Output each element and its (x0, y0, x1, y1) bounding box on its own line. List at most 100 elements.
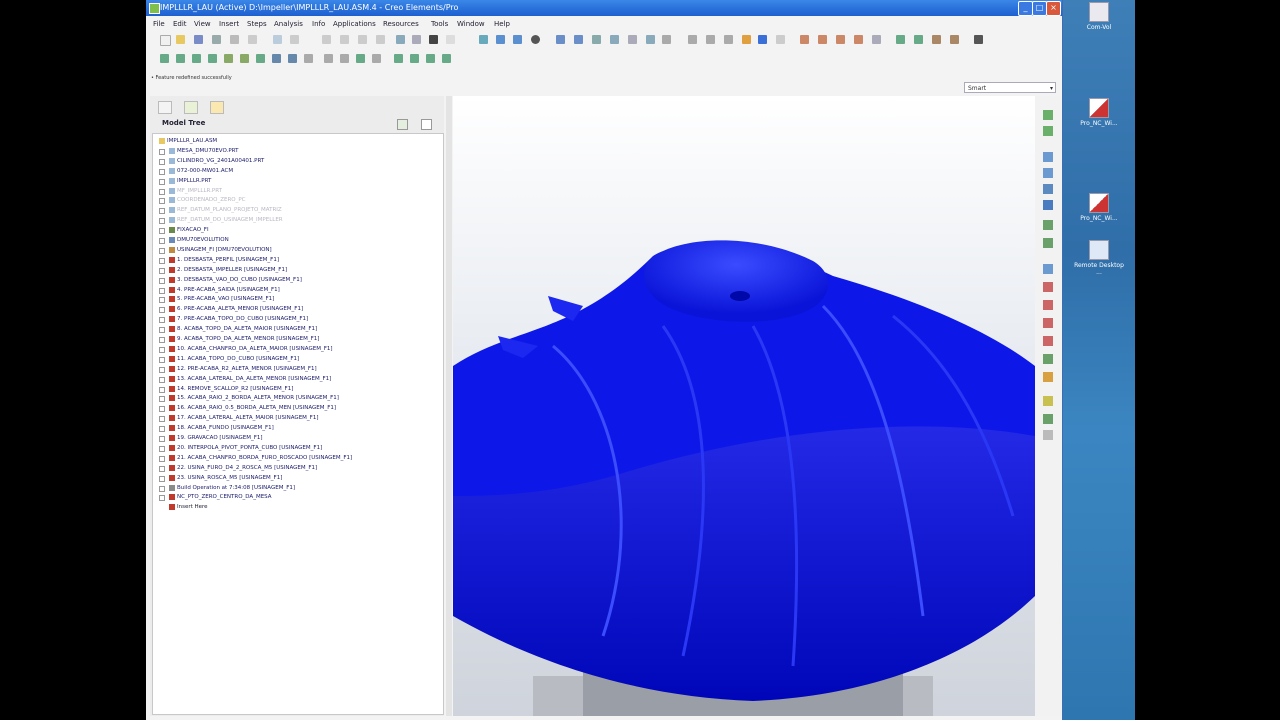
menu-file[interactable]: File (153, 20, 165, 28)
save-icon[interactable] (194, 35, 203, 44)
tree-row[interactable]: 3. DESBASTA_VAO_DO_CUBO [USINAGEM_F1] (153, 275, 443, 285)
datum-planes-icon[interactable] (800, 35, 809, 44)
expand-toggle-icon[interactable] (159, 208, 165, 215)
expand-toggle-icon[interactable] (159, 396, 165, 403)
datum-axis-tool-icon[interactable] (1043, 300, 1053, 310)
stock-icon[interactable] (1043, 184, 1053, 194)
enhanced-realism-icon[interactable] (758, 35, 767, 44)
layers-icon[interactable] (646, 35, 655, 44)
tree-row[interactable]: REF_DATUM_DO_USINAGEM_IMPELLER (153, 215, 443, 225)
tree-row[interactable]: 16. ACABA_RAIO_0.5_BORDA_ALETA_MEN [USIN… (153, 403, 443, 413)
open-folder-icon[interactable] (176, 35, 185, 44)
tree-row[interactable]: FIXACAO_FI (153, 225, 443, 235)
workcell-icon[interactable] (272, 54, 281, 63)
mill-surface-icon[interactable] (176, 54, 185, 63)
expand-toggle-icon[interactable] (159, 158, 165, 165)
expand-toggle-icon[interactable] (159, 366, 165, 373)
shaded-icon[interactable] (742, 35, 751, 44)
tree-row[interactable]: IMPLLLR_LAU.ASM (153, 136, 443, 146)
no-hidden-icon[interactable] (724, 35, 733, 44)
tree-row[interactable]: 20. INTERPOLA_PIVOT_PONTA_CUBO [USINAGEM… (153, 443, 443, 453)
tree-row[interactable]: 2. DESBASTA_IMPELLER [USINAGEM_F1] (153, 265, 443, 275)
expand-toggle-icon[interactable] (159, 455, 165, 462)
hole-icon[interactable] (1043, 396, 1053, 406)
step-icon[interactable] (1043, 126, 1053, 136)
expand-toggle-icon[interactable] (159, 436, 165, 442)
expand-toggle-icon[interactable] (159, 148, 165, 155)
expand-toggle-icon[interactable] (159, 168, 165, 175)
desktop-shortcut-pronc-1[interactable]: Pro_NC_Wi... (1072, 98, 1126, 127)
datum-curve-tool-icon[interactable] (1043, 318, 1053, 328)
orient-mode-icon[interactable] (496, 35, 505, 44)
print-icon[interactable] (212, 35, 221, 44)
tree-row[interactable]: 21. ACABA_CHANFRO_BORDA_FURO_ROSCADO [US… (153, 453, 443, 463)
expand-toggle-icon[interactable] (159, 346, 165, 353)
csys-tool-icon[interactable] (1043, 354, 1053, 364)
saved-views-icon[interactable] (628, 35, 637, 44)
tree-row[interactable]: 11. ACABA_TOPO_DO_CUBO [USINAGEM_F1] (153, 354, 443, 364)
windows-icon[interactable] (429, 35, 438, 44)
email-attachment-icon[interactable] (248, 35, 257, 44)
fixture-icon[interactable] (1043, 168, 1053, 178)
refit-icon[interactable] (592, 35, 601, 44)
tree-row[interactable]: 14. REMOVE_SCALLOP_R2 [USINAGEM_F1] (153, 384, 443, 394)
menu-window[interactable]: Window (457, 20, 485, 28)
vericut-icon[interactable] (356, 54, 365, 63)
expand-toggle-icon[interactable] (159, 356, 165, 363)
zoom-out-icon[interactable] (574, 35, 583, 44)
menu-insert[interactable]: Insert (219, 20, 239, 28)
sketch-icon[interactable] (1043, 282, 1053, 292)
expand-toggle-icon[interactable] (159, 307, 165, 314)
desktop-shortcut-remote-desktop[interactable]: Remote Desktop ... (1072, 240, 1126, 276)
desktop-shortcut-com[interactable]: Com-Vol (1072, 2, 1126, 31)
zoom-in-icon[interactable] (556, 35, 565, 44)
paste-icon[interactable] (358, 35, 367, 44)
expand-toggle-icon[interactable] (159, 247, 165, 254)
expand-toggle-icon[interactable] (159, 238, 165, 244)
tool-path-icon[interactable] (1043, 110, 1053, 120)
mfg-surface-icon[interactable] (240, 54, 249, 63)
tree-row[interactable]: 13. ACABA_LATERAL_DA_ALETA_MENOR [USINAG… (153, 374, 443, 384)
paste-special-icon[interactable] (376, 35, 385, 44)
expand-toggle-icon[interactable] (159, 465, 165, 472)
tree-row[interactable]: 4. PRE-ACABA_SAIDA [USINAGEM_F1] (153, 285, 443, 295)
copy-icon[interactable] (340, 35, 349, 44)
tree-row[interactable]: 072-000-MW01.ACM (153, 166, 443, 176)
expand-toggle-icon[interactable] (159, 297, 165, 304)
mill-window-side-icon[interactable] (1043, 220, 1053, 230)
email-icon[interactable] (230, 35, 239, 44)
expand-toggle-icon[interactable] (159, 406, 165, 413)
folder-browser-tab[interactable] (184, 101, 198, 114)
menu-analysis[interactable]: Analysis (274, 20, 303, 28)
menu-steps[interactable]: Steps (247, 20, 267, 28)
nc-sequence-icon[interactable] (896, 35, 905, 44)
process-manager-icon[interactable] (372, 54, 381, 63)
annotation-display-icon[interactable] (872, 35, 881, 44)
expand-toggle-icon[interactable] (159, 257, 165, 264)
datum-point-tool-icon[interactable] (1043, 336, 1053, 346)
expand-toggle-icon[interactable] (159, 267, 165, 274)
tree-row[interactable]: 9. ACABA_TOPO_DA_ALETA_MENOR [USINAGEM_F… (153, 334, 443, 344)
new-file-icon[interactable] (160, 35, 171, 46)
datum-display-icon[interactable] (776, 35, 785, 44)
menu-info[interactable]: Info (312, 20, 325, 28)
datum-points-icon[interactable] (836, 35, 845, 44)
expand-toggle-icon[interactable] (159, 426, 165, 433)
undo-icon[interactable] (273, 35, 282, 44)
tree-row[interactable]: 19. GRAVACAO [USINAGEM_F1] (153, 433, 443, 443)
shading-icon[interactable] (531, 35, 540, 44)
tree-row[interactable]: CILINDRO_VG_2401A00401.PRT (153, 156, 443, 166)
graphics-area[interactable] (453, 96, 1035, 716)
expand-toggle-icon[interactable] (159, 386, 165, 393)
insert-here-marker[interactable]: Insert Here (153, 502, 443, 512)
nc-check-icon[interactable] (950, 35, 959, 44)
tree-row[interactable]: 17. ACABA_LATERAL_ALETA_MAIOR [USINAGEM_… (153, 413, 443, 423)
favorites-tab[interactable] (210, 101, 224, 114)
pattern-icon[interactable] (1043, 430, 1053, 440)
material-removal-icon[interactable] (932, 35, 941, 44)
tree-row[interactable]: REF_DATUM_PLANO_PROJETO_MATRIZ (153, 205, 443, 215)
regenerate-manager-icon[interactable] (412, 35, 421, 44)
tree-row[interactable]: 1. DESBASTA_PERFIL [USINAGEM_F1] (153, 255, 443, 265)
tool-manager-icon[interactable] (288, 54, 297, 63)
expand-toggle-icon[interactable] (159, 218, 165, 225)
